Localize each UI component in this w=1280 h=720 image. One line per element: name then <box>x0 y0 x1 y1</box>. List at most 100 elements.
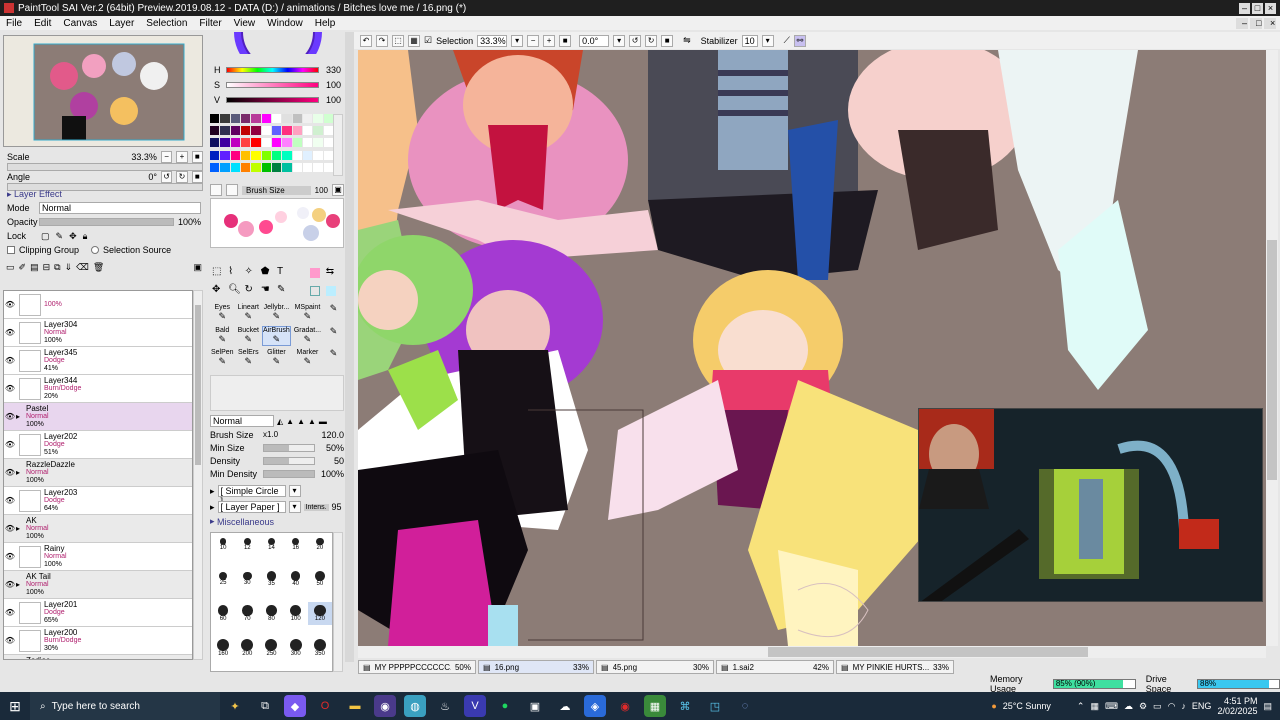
color-swatch[interactable] <box>251 150 261 160</box>
visibility-eye-icon[interactable]: 👁︎ <box>4 356 16 365</box>
color-swatch[interactable] <box>323 114 333 123</box>
layer-row[interactable]: 👁︎ Layer202 Dodge 51% <box>4 431 192 459</box>
color-swatch[interactable] <box>261 114 271 123</box>
brush-size-preset[interactable]: 120 <box>307 602 332 625</box>
color-swatch[interactable] <box>282 162 292 172</box>
menu-view[interactable]: View <box>228 18 262 29</box>
layer-folder-row[interactable]: 👁︎ ▸ AK Tail Normal 100% <box>4 571 192 599</box>
layer-folder-row[interactable]: 👁︎ ▸ Pastel Normal 100% <box>4 403 192 431</box>
brush-size-preset[interactable]: 16 <box>284 533 308 556</box>
color-swatch[interactable] <box>302 150 313 160</box>
move-icon[interactable]: ✥ <box>212 284 226 300</box>
brush-tool-selpen[interactable]: SelPen ✎ <box>210 348 235 369</box>
lock-paint-icon[interactable]: ✎ <box>56 231 64 242</box>
brush-texture-select[interactable]: [ Layer Paper ] <box>217 501 286 513</box>
volume-icon[interactable]: ♪ <box>1181 701 1186 711</box>
folder-expand-icon[interactable]: ▸ <box>16 468 26 477</box>
color-swatch[interactable] <box>302 114 313 123</box>
app-icon-6[interactable]: ☁ <box>554 695 576 717</box>
layer-row[interactable]: 👁︎ Layer201 Dodge 65% <box>4 599 192 627</box>
brush-size-preset[interactable]: 70 <box>235 602 259 625</box>
new-folder-icon[interactable]: ▤ <box>30 262 39 288</box>
zoom-field[interactable]: 33.3% <box>477 34 508 47</box>
min-size-slider[interactable] <box>263 443 315 452</box>
canvas-hscroll-thumb[interactable] <box>768 647 1088 657</box>
color-swatch[interactable] <box>261 138 271 148</box>
copy-layer-icon[interactable]: ⧉ <box>54 262 60 288</box>
close-button[interactable]: × <box>1265 2 1276 14</box>
app-icon-8[interactable]: ◉ <box>614 695 636 717</box>
zoom-dropdown[interactable]: ▾ <box>511 34 524 47</box>
brush-size-preset[interactable]: 100 <box>284 602 308 625</box>
spotify-icon[interactable]: ● <box>494 695 516 717</box>
merge-layer-icon[interactable]: ⇓ <box>65 262 73 288</box>
color-swatch[interactable] <box>282 114 292 123</box>
brush-size-preset[interactable]: 160 <box>211 637 235 660</box>
brush-size-setting-value[interactable]: 120.0 <box>294 430 344 440</box>
toolbar-rotate-left[interactable]: ↺ <box>629 34 642 47</box>
toolbar-rotate-right[interactable]: ↻ <box>645 34 658 47</box>
clock[interactable]: 4:51 PM 2/02/2025 <box>1217 696 1257 716</box>
notifications-icon[interactable]: ▤ <box>1263 701 1272 712</box>
color-swatch[interactable] <box>323 150 333 160</box>
panel-menu-icon[interactable]: ▣ <box>193 262 202 288</box>
brush-size-preset[interactable]: 80 <box>259 602 283 625</box>
color-swatch[interactable] <box>323 162 333 172</box>
file-explorer-icon[interactable]: ▬ <box>344 695 366 717</box>
maximize-button[interactable]: □ <box>1252 2 1263 14</box>
opera-icon[interactable]: O <box>314 695 336 717</box>
pen-pressure-icon[interactable]: ⟋ <box>784 35 790 46</box>
invert-selection-icon[interactable]: ▦ <box>408 34 420 47</box>
color-swatch[interactable] <box>313 150 323 160</box>
min-density-slider[interactable] <box>263 469 315 478</box>
layer-row[interactable]: 👁︎ Layer304 Normal 100% <box>4 319 192 347</box>
new-linework-icon[interactable]: ✐ <box>19 262 27 288</box>
app-icon-10[interactable]: ◳ <box>704 695 726 717</box>
visibility-eye-icon[interactable]: 👁︎ <box>4 524 16 533</box>
brush-texture-dropdown[interactable]: ▾ <box>288 501 301 513</box>
shape-icon[interactable]: ⬟ <box>261 266 275 282</box>
brush-size-preset[interactable]: 250 <box>259 637 283 660</box>
color-swatch[interactable] <box>313 126 323 136</box>
visibility-eye-icon[interactable]: 👁︎ <box>4 580 16 589</box>
opacity-slider[interactable] <box>39 218 174 226</box>
color-swatch[interactable] <box>230 162 240 172</box>
hue-slider[interactable] <box>226 66 319 73</box>
document-tab[interactable]: ▤ MY PINKIE HURTS... 33% <box>836 660 954 674</box>
visibility-eye-icon[interactable]: 👁︎ <box>4 300 16 309</box>
zoom-in-button[interactable]: + <box>176 151 188 163</box>
brush-size-preset[interactable]: 30 <box>235 568 259 591</box>
lock-all-icon[interactable]: 🔒︎ <box>83 231 88 242</box>
taskbar-search-box[interactable]: ⌕ Type here to search <box>30 692 220 720</box>
angle-dropdown[interactable]: ▾ <box>613 34 626 47</box>
document-tab[interactable]: ▤ 16.png 33% <box>478 660 594 674</box>
brush-size-preset[interactable]: 350 <box>308 637 332 660</box>
color-swatch[interactable] <box>292 138 302 148</box>
canvas-vertical-scrollbar[interactable] <box>1266 50 1278 646</box>
color-swatch[interactable] <box>230 126 240 136</box>
rotate-reset-button[interactable]: ■ <box>191 171 204 183</box>
app-icon-5[interactable]: ▣ <box>524 695 546 717</box>
brush-tool-jellybr[interactable]: Jellybr... ✎ <box>262 303 291 324</box>
flip-canvas-icon[interactable]: ⇋ <box>683 35 691 46</box>
color-swatch[interactable] <box>323 138 333 148</box>
menu-layer[interactable]: Layer <box>103 18 140 29</box>
text-icon[interactable]: T <box>277 266 291 282</box>
expand-misc-icon[interactable]: ▸ <box>210 516 217 527</box>
color-swatch[interactable] <box>292 162 302 172</box>
toolbar-zoom-out[interactable]: − <box>527 34 540 47</box>
rotate-right-button[interactable]: ↻ <box>176 171 188 183</box>
color-swatch[interactable] <box>271 150 282 160</box>
color-swatch[interactable] <box>313 138 323 148</box>
stabilizer-dropdown[interactable]: ▾ <box>761 34 774 47</box>
lock-move-icon[interactable]: ✥ <box>69 231 77 242</box>
color-swatch[interactable] <box>271 162 282 172</box>
language-indicator[interactable]: ENG <box>1192 701 1212 711</box>
visibility-eye-icon[interactable]: 👁︎ <box>4 384 16 393</box>
swap-color-icon[interactable]: ⇆ <box>326 266 340 282</box>
color-mode-button[interactable] <box>210 184 222 196</box>
layer-list-scrollbar[interactable] <box>193 290 203 660</box>
color-swatch[interactable] <box>271 126 282 136</box>
app-icon-4[interactable]: V <box>464 695 486 717</box>
new-layer-icon[interactable]: ▭ <box>6 262 15 288</box>
